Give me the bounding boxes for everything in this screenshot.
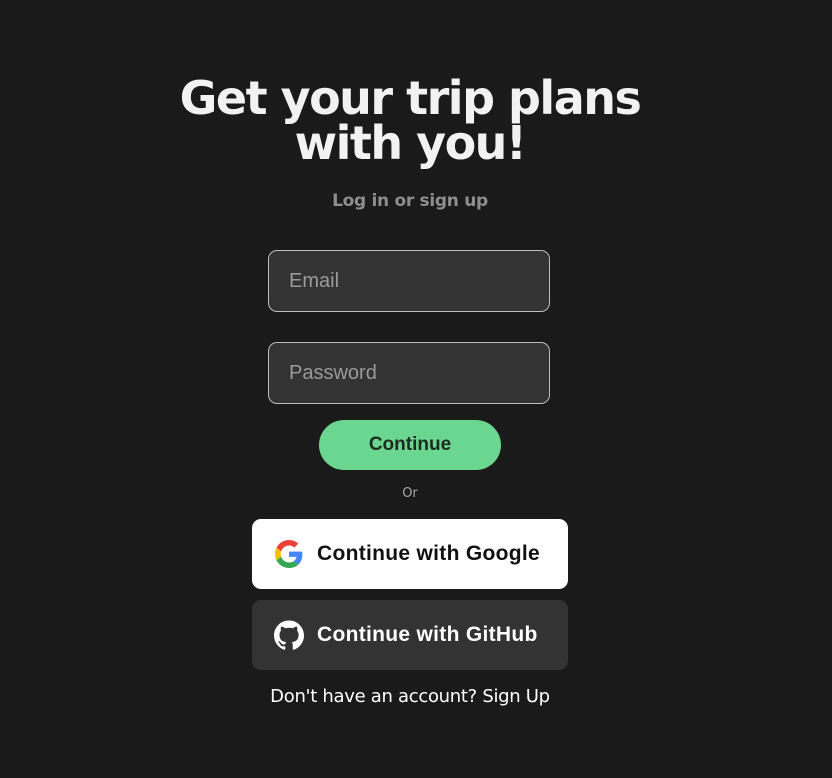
page-title: Get your trip plans with you!: [0, 71, 820, 170]
github-icon: [274, 620, 304, 650]
continue-with-google-button[interactable]: Continue with Google: [252, 519, 568, 589]
google-icon: [274, 539, 304, 569]
signup-prompt: Don't have an account? Sign Up: [0, 686, 820, 707]
google-button-label: Continue with Google: [317, 542, 540, 565]
page-title-line-1: Get your trip plans: [179, 71, 642, 125]
signup-prompt-text: Don't have an account?: [270, 686, 477, 707]
continue-button[interactable]: Continue: [319, 420, 501, 470]
page-subtitle: Log in or sign up: [332, 191, 488, 211]
github-button-label: Continue with GitHub: [317, 623, 538, 646]
page-title-line-2: with you!: [294, 116, 527, 170]
login-page: Get your trip plans with you! Log in or …: [0, 0, 832, 778]
or-divider: Or: [402, 486, 418, 501]
email-field[interactable]: [268, 250, 550, 312]
password-field[interactable]: [268, 342, 550, 404]
sign-up-link[interactable]: Sign Up: [482, 686, 550, 707]
continue-with-github-button[interactable]: Continue with GitHub: [252, 600, 568, 670]
